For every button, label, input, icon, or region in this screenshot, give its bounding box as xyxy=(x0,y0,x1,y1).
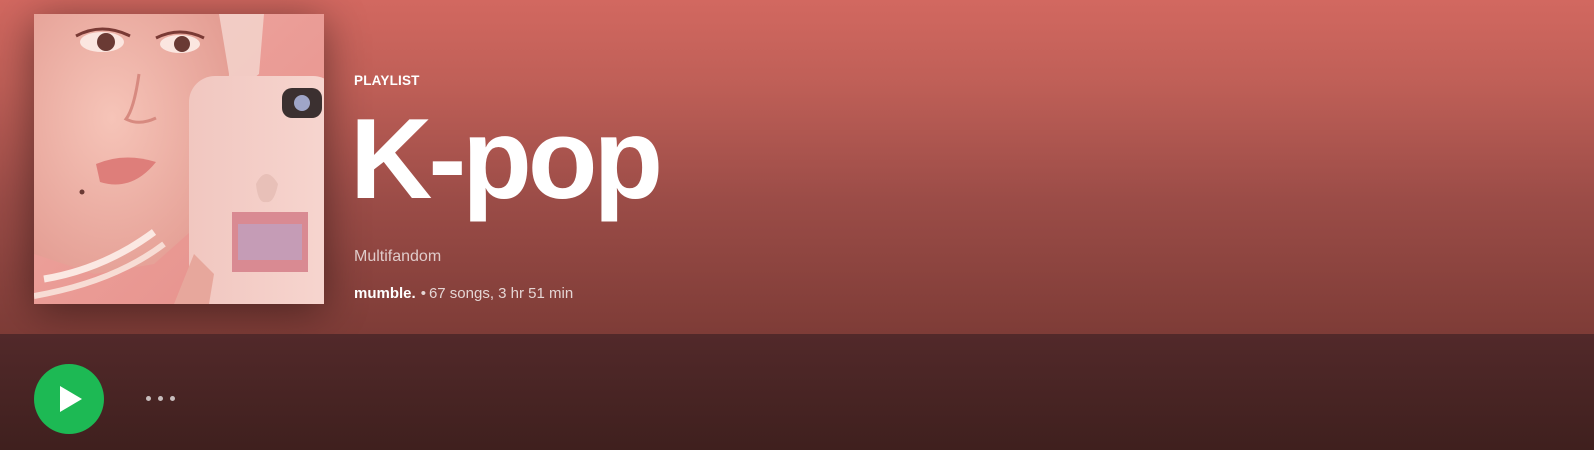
playlist-header: PLAYLIST K-pop Multifandom mumble. • 67 so… xyxy=(0,0,1594,334)
play-icon xyxy=(60,386,82,412)
playlist-description: Multifandom xyxy=(354,248,442,265)
playlist-stats: 67 songs, 3 hr 51 min xyxy=(428,285,574,302)
playlist-owner-link[interactable]: mumble. xyxy=(354,285,416,302)
playlist-title[interactable]: K-pop xyxy=(350,92,663,229)
meta-separator: • xyxy=(420,285,426,302)
playlist-type-label: PLAYLIST xyxy=(354,73,420,88)
playlist-page: PLAYLIST K-pop Multifandom mumble. • 67 so… xyxy=(0,0,1594,450)
playlist-cover-image[interactable] xyxy=(34,14,324,304)
cover-artwork xyxy=(34,14,324,304)
more-icon xyxy=(146,396,178,402)
more-options-button[interactable] xyxy=(140,380,184,416)
playlist-meta: mumble. • 67 songs, 3 hr 51 min xyxy=(354,285,573,302)
action-bar xyxy=(0,334,1594,450)
play-button[interactable] xyxy=(34,364,104,434)
